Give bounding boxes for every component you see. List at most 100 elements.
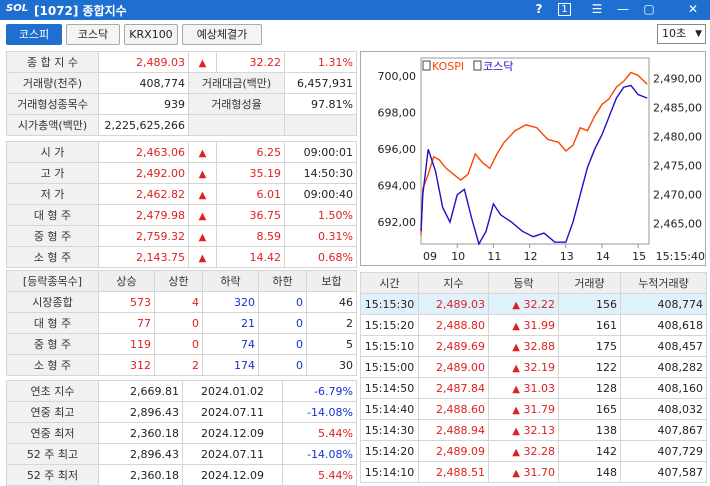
yearly-value: 2,896.43	[98, 443, 183, 465]
tick-row[interactable]: 15:14:10 2,488.51 ▲ 31.70 148 407,587	[360, 461, 707, 483]
detail-extra: 14:50:30	[284, 162, 357, 184]
tick-change-value: 32.22	[523, 297, 556, 311]
detail-label: 저 가	[6, 183, 99, 205]
y-right-tick-label: 2,470,00	[653, 189, 702, 202]
detail-value: 2,143.75	[98, 246, 189, 268]
tick-index: 2,488.94	[418, 419, 489, 441]
legend-kosdaq: 코스닥	[483, 60, 513, 73]
x-tick-label: 10	[451, 250, 465, 263]
tab-krx100[interactable]: KRX100	[124, 24, 178, 45]
intraday-chart[interactable]: 700,00 698,00 696,00 694,00 692,00 2,490,00 2,…	[360, 51, 706, 266]
y-right-tick-label: 2,480,00	[653, 130, 702, 143]
help-icon[interactable]: ?	[530, 1, 548, 18]
title-bar: SOL [1072] 종합지수 ? 1 ☰ — ▢ ✕	[0, 0, 710, 20]
x-tick-label: 13	[560, 250, 574, 263]
tick-change-value: 31.79	[523, 402, 556, 416]
tick-index: 2,489.00	[418, 356, 489, 378]
yearly-pct: -14.08%	[282, 443, 357, 465]
detail-value: 2,462.82	[98, 183, 189, 205]
tick-index: 2,488.80	[418, 314, 489, 336]
interval-select[interactable]: 10초 ▼	[657, 24, 706, 44]
updown-lower: 0	[258, 354, 307, 376]
updown-label: 소 형 주	[6, 354, 99, 376]
yearly-date: 2024.01.02	[182, 380, 283, 402]
updown-flat: 46	[306, 291, 357, 313]
updown-row: 시장종합 573 4 320 0 46	[6, 291, 357, 313]
traded-ratio-label: 거래형성율	[188, 93, 285, 115]
page-number-icon[interactable]: 1	[558, 3, 571, 16]
chevron-down-icon: ▼	[695, 29, 702, 39]
yearly-label: 연초 지수	[6, 380, 99, 402]
tick-row[interactable]: 15:14:50 2,487.84 ▲ 31.03 128 408,160	[360, 377, 707, 399]
minimize-icon[interactable]: —	[614, 1, 632, 18]
tick-row[interactable]: 15:15:20 2,488.80 ▲ 31.99 161 408,618	[360, 314, 707, 336]
yearly-row: 52 주 최저 2,360.18 2024.12.09 5.44%	[6, 464, 357, 486]
tick-index: 2,488.60	[418, 398, 489, 420]
tick-header: 등락	[488, 272, 559, 294]
y-right-tick-label: 2,490,00	[653, 72, 702, 85]
yearly-label: 연중 최고	[6, 401, 99, 423]
detail-row: 저 가 2,462.82 ▲ 6.01 09:00:40	[6, 183, 357, 205]
close-icon[interactable]: ✕	[684, 1, 702, 18]
tick-volume: 156	[558, 293, 621, 315]
detail-value: 2,479.98	[98, 204, 189, 226]
updown-upper: 0	[154, 333, 203, 355]
yearly-row: 연중 최고 2,896.43 2024.07.11 -14.08%	[6, 401, 357, 423]
tick-row[interactable]: 15:14:20 2,489.09 ▲ 32.28 142 407,729	[360, 440, 707, 462]
tick-row[interactable]: 15:15:00 2,489.00 ▲ 32.19 122 408,282	[360, 356, 707, 378]
tick-cumulative: 408,160	[620, 377, 707, 399]
tick-row[interactable]: 15:15:30 2,489.03 ▲ 32.22 156 408,774	[360, 293, 707, 315]
tick-volume: 161	[558, 314, 621, 336]
tick-change-value: 32.19	[523, 360, 556, 374]
x-tick-label: 12	[524, 250, 538, 263]
up-triangle-icon: ▲	[512, 404, 520, 416]
maximize-icon[interactable]: ▢	[640, 1, 658, 18]
up-triangle-icon: ▲	[512, 299, 520, 311]
tick-change-value: 31.70	[523, 465, 556, 479]
yearly-row: 연중 최저 2,360.18 2024.12.09 5.44%	[6, 422, 357, 444]
tick-change: ▲ 32.22	[488, 293, 559, 315]
detail-change: 6.25	[216, 141, 285, 163]
updown-upper: 4	[154, 291, 203, 313]
index-value: 2,489.03	[98, 51, 189, 73]
tick-volume: 138	[558, 419, 621, 441]
updown-upper: 2	[154, 354, 203, 376]
yearly-date: 2024.07.11	[182, 401, 283, 423]
up-triangle-icon: ▲	[188, 141, 217, 163]
tick-history-table: 시간 지수 등락 거래량 누적거래량 15:15:30 2,489.03 ▲ 32.…	[360, 272, 707, 483]
amount-value: 6,457,931	[284, 72, 357, 94]
tab-kosdaq[interactable]: 코스닥	[66, 24, 120, 45]
detail-row: 고 가 2,492.00 ▲ 35.19 14:50:30	[6, 162, 357, 184]
detail-row: 중 형 주 2,759.32 ▲ 8.59 0.31%	[6, 225, 357, 247]
tick-row[interactable]: 15:15:10 2,489.69 ▲ 32.88 175 408,457	[360, 335, 707, 357]
detail-row: 소 형 주 2,143.75 ▲ 14.42 0.68%	[6, 246, 357, 268]
tab-kospi[interactable]: 코스피	[6, 24, 62, 45]
updown-header: 상한	[154, 270, 203, 292]
y-left-tick-label: 692,00	[378, 216, 417, 229]
up-triangle-icon: ▲	[512, 341, 520, 353]
tick-row[interactable]: 15:14:30 2,488.94 ▲ 32.13 138 407,867	[360, 419, 707, 441]
tick-change: ▲ 31.99	[488, 314, 559, 336]
updown-row: 중 형 주 119 0 74 0 5	[6, 333, 357, 355]
yearly-pct: 5.44%	[282, 464, 357, 486]
tick-change-value: 32.28	[523, 444, 556, 458]
updown-up: 77	[98, 312, 155, 334]
index-pct: 1.31%	[284, 51, 357, 73]
tick-volume: 128	[558, 377, 621, 399]
market-cap-value: 2,225,625,266	[98, 114, 189, 136]
detail-value: 2,463.06	[98, 141, 189, 163]
tick-row[interactable]: 15:14:40 2,488.60 ▲ 31.79 165 408,032	[360, 398, 707, 420]
tab-expected-price[interactable]: 예상체결가	[182, 24, 262, 45]
tick-change: ▲ 32.88	[488, 335, 559, 357]
tick-index: 2,489.09	[418, 440, 489, 462]
tick-cumulative: 407,867	[620, 419, 707, 441]
menu-icon[interactable]: ☰	[588, 1, 606, 18]
updown-lower: 0	[258, 291, 307, 313]
detail-change: 6.01	[216, 183, 285, 205]
up-triangle-icon: ▲	[188, 246, 217, 268]
interval-value: 10초	[662, 27, 687, 40]
detail-change: 35.19	[216, 162, 285, 184]
legend-kospi: KOSPI	[432, 60, 464, 73]
detail-label: 시 가	[6, 141, 99, 163]
tick-change: ▲ 31.03	[488, 377, 559, 399]
